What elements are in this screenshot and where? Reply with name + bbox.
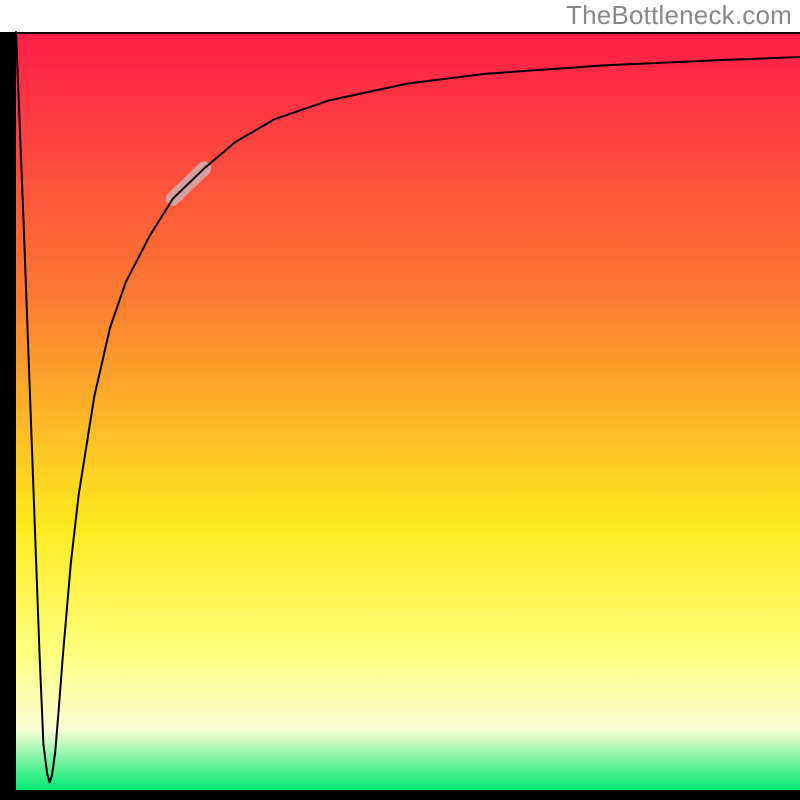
- plot-border-bottom: [0, 790, 800, 800]
- plot-border-left: [0, 32, 16, 800]
- plot-background: [16, 32, 800, 790]
- watermark-text: TheBottleneck.com: [566, 0, 792, 31]
- chart-canvas: TheBottleneck.com: [0, 0, 800, 800]
- plot-border-top: [16, 32, 800, 34]
- chart-svg: [0, 0, 800, 800]
